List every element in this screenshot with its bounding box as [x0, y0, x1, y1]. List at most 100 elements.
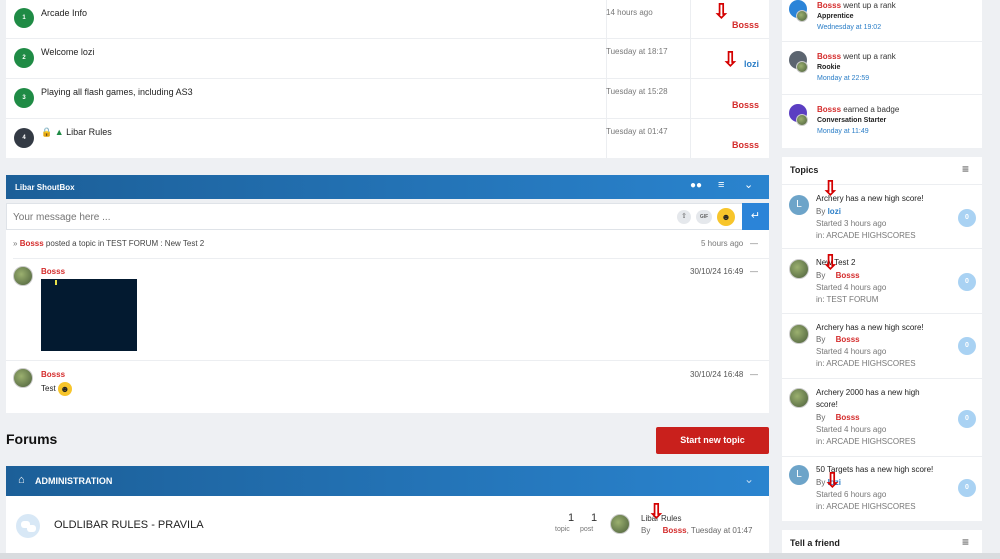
- activity-user[interactable]: Bosss: [817, 1, 841, 10]
- by-label: By: [641, 526, 651, 535]
- horizontal-scrollbar[interactable]: [0, 553, 1000, 559]
- arrow-down-icon: ⇩: [713, 1, 730, 23]
- topic-by: By lozi: [816, 207, 841, 216]
- ranked-time: Tuesday at 15:28: [606, 87, 668, 96]
- notice-time: 5 hours ago: [701, 239, 744, 248]
- administration-header[interactable]: ⌂ ADMINISTRATION ⌄: [6, 466, 769, 496]
- rank-badge: 4: [14, 128, 34, 148]
- shoutbox-input-bar: ⇧ GIF ☻ ↵: [6, 203, 769, 230]
- avatar: [796, 10, 808, 22]
- menu-icon[interactable]: ≡: [962, 535, 969, 549]
- forum-name[interactable]: OLDLIBAR RULES - PRAVILA: [54, 519, 204, 531]
- ranked-title[interactable]: Welcome lozi: [41, 47, 94, 57]
- topic-item[interactable]: L 50 Targets has a new high score! By lo…: [782, 457, 982, 521]
- message-menu[interactable]: —: [750, 267, 758, 276]
- forum-row[interactable]: OLDLIBAR RULES - PRAVILA 1 topic 1 post …: [6, 496, 769, 554]
- emoji-icon[interactable]: ☻: [717, 208, 735, 226]
- topic-forum[interactable]: in: ARCADE HIGHSCORES: [816, 502, 916, 511]
- topic-forum[interactable]: in: ARCADE HIGHSCORES: [816, 437, 916, 446]
- topic-title[interactable]: Archery has a new high score!: [816, 323, 924, 332]
- ranked-title[interactable]: Playing all flash games, including AS3: [41, 87, 193, 97]
- topic-item[interactable]: L Archery has a new high score! By lozi …: [782, 185, 982, 249]
- chevron-down-icon[interactable]: ⌄: [744, 472, 754, 486]
- tell-friend-title: Tell a friend: [790, 538, 840, 548]
- avatar[interactable]: [789, 259, 809, 279]
- topic-item[interactable]: New Test 2 By Bosss Started 4 hours ago …: [782, 249, 982, 314]
- notice-text[interactable]: posted a topic in TEST FORUM : New Test …: [44, 239, 204, 248]
- post-count-label: post: [580, 526, 594, 533]
- activity-action: earned a badge: [841, 105, 900, 114]
- arrow-down-icon: ⇩: [822, 178, 839, 200]
- topic-author[interactable]: Bosss: [836, 335, 860, 344]
- reply-count: 0: [958, 209, 976, 227]
- post-count: 1: [591, 512, 598, 524]
- topic-forum[interactable]: in: TEST FORUM: [816, 295, 878, 304]
- avatar[interactable]: [13, 368, 33, 388]
- avatar[interactable]: [789, 388, 809, 408]
- arrow-down-icon: ⇩: [824, 470, 841, 492]
- notice-dash[interactable]: —: [750, 239, 758, 248]
- avatar[interactable]: [13, 266, 33, 286]
- message-time: 30/10/24 16:49: [690, 267, 744, 276]
- chevron-down-icon[interactable]: ⌄: [744, 178, 753, 191]
- topic-author[interactable]: Bosss: [836, 413, 860, 422]
- ranked-title[interactable]: Arcade Info: [41, 8, 87, 18]
- topic-forum[interactable]: in: ARCADE HIGHSCORES: [816, 231, 916, 240]
- topic-title[interactable]: Archery 2000 has a new high score!: [816, 387, 942, 411]
- activity-item[interactable]: Bosss went up a rank Rookie Monday at 22…: [782, 42, 982, 95]
- shoutbox-message-input[interactable]: [13, 209, 653, 225]
- ranked-user[interactable]: Bosss: [732, 140, 759, 150]
- ranked-row[interactable]: 3 Playing all flash games, including AS3…: [6, 79, 769, 119]
- ranked-time: 14 hours ago: [606, 8, 653, 17]
- chat-bubbles-icon: [16, 514, 40, 538]
- rank-badge: 1: [14, 8, 34, 28]
- reply-count: 0: [958, 410, 976, 428]
- activity-line: Bosss earned a badge: [817, 105, 899, 114]
- activity-rank: Rookie: [817, 64, 841, 71]
- gif-button[interactable]: GIF: [696, 210, 712, 224]
- ranked-row[interactable]: 4 🔒 ▲ Libar Rules Tuesday at 01:47 Bosss: [6, 119, 769, 159]
- ranked-title-text: Libar Rules: [66, 127, 112, 137]
- message-user[interactable]: Bosss: [41, 370, 65, 379]
- notice-user[interactable]: Bosss: [20, 239, 44, 248]
- upload-icon[interactable]: ⇧: [677, 210, 691, 224]
- message-user[interactable]: Bosss: [41, 267, 65, 276]
- ranked-user[interactable]: Bosss: [732, 100, 759, 110]
- letter-avatar[interactable]: L: [789, 465, 809, 485]
- shoutbox-feed: » Bosss posted a topic in TEST FORUM : N…: [6, 230, 769, 413]
- menu-icon[interactable]: ≡: [962, 162, 969, 176]
- avatar[interactable]: [789, 324, 809, 344]
- menu-icon[interactable]: ≡: [718, 179, 724, 191]
- activity-user[interactable]: Bosss: [817, 52, 841, 61]
- ranked-user[interactable]: Bosss: [732, 20, 759, 30]
- ranked-user[interactable]: lozi: [744, 59, 759, 69]
- start-new-topic-button[interactable]: Start new topic: [656, 427, 769, 454]
- last-post-user[interactable]: Bosss: [663, 526, 687, 535]
- ranked-row[interactable]: 1 Arcade Info 14 hours ago Bosss: [6, 0, 769, 39]
- reply-count: 0: [958, 273, 976, 291]
- send-button[interactable]: ↵: [742, 203, 769, 230]
- ranked-title[interactable]: 🔒 ▲ Libar Rules: [41, 127, 112, 138]
- letter-avatar[interactable]: L: [789, 195, 809, 215]
- activity-item[interactable]: Bosss went up a rank Apprentice Wednesda…: [782, 0, 982, 42]
- users-icon[interactable]: ●●: [690, 180, 702, 191]
- message-text: Test ☻: [41, 382, 72, 396]
- topic-forum[interactable]: in: ARCADE HIGHSCORES: [816, 359, 916, 368]
- home-icon: ⌂: [18, 474, 25, 486]
- topic-started: Started 4 hours ago: [816, 283, 887, 292]
- topic-item[interactable]: Archery 2000 has a new high score! By Bo…: [782, 379, 982, 457]
- activity-item[interactable]: Bosss earned a badge Conversation Starte…: [782, 95, 982, 148]
- rank-badge: 2: [14, 48, 34, 68]
- message-image[interactable]: [41, 279, 137, 351]
- ranked-row[interactable]: 2 Welcome lozi Tuesday at 18:17 lozi: [6, 39, 769, 79]
- lock-icon: 🔒: [41, 127, 53, 137]
- avatar[interactable]: [610, 514, 630, 534]
- by-label: By: [816, 335, 826, 344]
- message-menu[interactable]: —: [750, 370, 758, 379]
- topic-item[interactable]: Archery has a new high score! By Bosss S…: [782, 314, 982, 379]
- topic-started: Started 4 hours ago: [816, 425, 887, 434]
- activity-user[interactable]: Bosss: [817, 105, 841, 114]
- topic-author[interactable]: Bosss: [836, 271, 860, 280]
- last-post-time: , Tuesday at 01:47: [686, 526, 753, 535]
- topic-author[interactable]: lozi: [828, 207, 841, 216]
